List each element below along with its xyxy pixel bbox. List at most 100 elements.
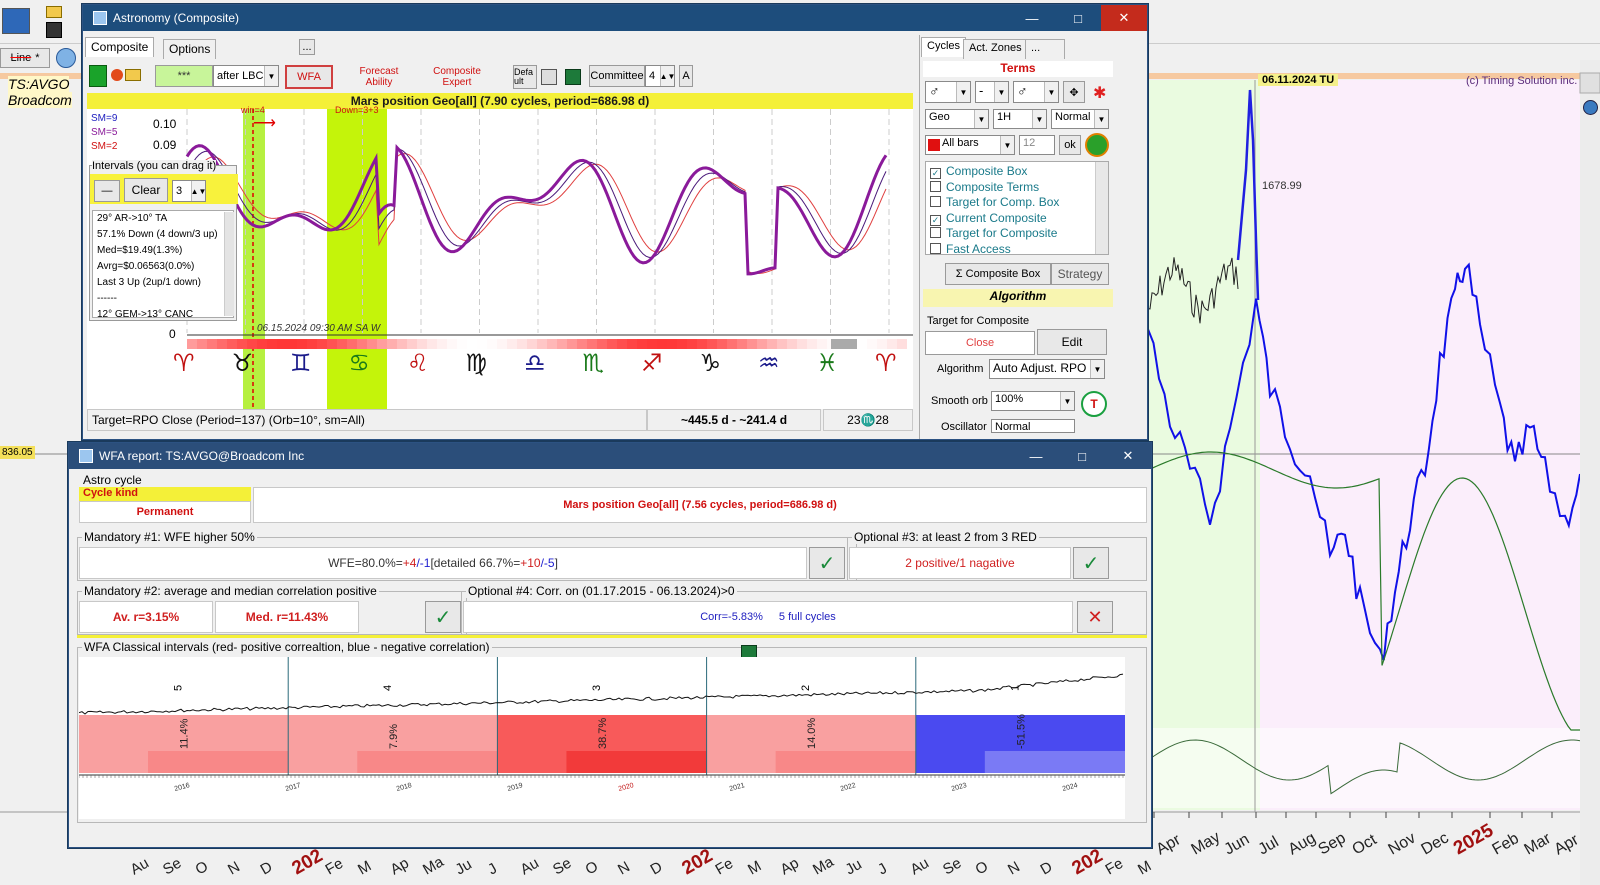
run-icon[interactable] <box>89 65 107 87</box>
option-composite-box[interactable]: ✓ Composite Box <box>930 164 1104 180</box>
minus-button[interactable]: — <box>94 180 120 202</box>
wfa-report-window: WFA report: TS:AVGO@Broadcom Inc — □ ✕ A… <box>68 442 1152 848</box>
add-term-button[interactable]: ✥ <box>1063 81 1085 103</box>
minimize-button[interactable]: — <box>1013 443 1059 469</box>
maximize-button[interactable]: □ <box>1055 5 1101 31</box>
option-fast-access[interactable]: Fast Access <box>930 242 1104 254</box>
option-composite-terms[interactable]: Composite Terms <box>930 180 1104 196</box>
gradient-cell <box>547 339 557 349</box>
sm-label-9: SM=9 <box>91 113 118 124</box>
aspect-select[interactable]: - ▼ <box>975 81 1009 103</box>
edit-button[interactable]: Edit <box>1037 329 1107 355</box>
print-icon[interactable] <box>541 69 557 85</box>
geo-select[interactable]: Geo ▼ <box>925 109 989 129</box>
gradient-cell <box>707 339 717 349</box>
mandatory-1-check-icon[interactable]: ✓ <box>809 547 845 579</box>
smooth-orb-select[interactable]: 100% ▼ <box>991 391 1075 411</box>
committee-button[interactable]: Committee <box>589 65 645 87</box>
gradient-cell <box>637 339 647 349</box>
asterisk-icon[interactable]: ✱ <box>1093 83 1106 103</box>
status-target: Target=RPO Close (Period=137) (Orb=10°, … <box>87 409 647 431</box>
defaults-button[interactable]: Defa ult <box>513 65 537 89</box>
options-list: ✓ Composite Box Composite Terms Target fo… <box>925 161 1109 255</box>
tab-cycles[interactable]: Cycles <box>921 37 967 57</box>
option-target-comp-box[interactable]: Target for Comp. Box <box>930 195 1104 211</box>
algorithm-header: Algorithm <box>923 289 1113 307</box>
gradient-cell <box>287 339 297 349</box>
line-tool-button[interactable]: Line * <box>0 48 50 68</box>
composite-box-button[interactable]: Σ Composite Box <box>945 263 1051 285</box>
save-icon[interactable] <box>46 22 62 38</box>
ok-button[interactable]: ok <box>1059 135 1081 155</box>
median-correlation: Med. r=11.43% <box>215 601 359 633</box>
mandatory-2-check-icon[interactable]: ✓ <box>425 601 461 633</box>
gear-icon[interactable] <box>111 69 123 81</box>
close-button[interactable]: ✕ <box>1101 5 1147 31</box>
more-button[interactable]: ... <box>299 39 315 55</box>
after-lbc-select[interactable]: after LBC ▼ <box>213 65 279 87</box>
intervals-list[interactable]: 29° AR->10° TA 57.1% Down (4 down/3 up) … <box>92 210 234 318</box>
forecast-ability-button[interactable]: Forecast Ability <box>345 63 413 91</box>
gradient-cell <box>367 339 377 349</box>
gradient-cell <box>337 339 347 349</box>
option-target-composite[interactable]: Target for Composite <box>930 226 1104 242</box>
wfa-titlebar[interactable]: WFA report: TS:AVGO@Broadcom Inc — □ ✕ <box>69 443 1151 469</box>
option-current-composite[interactable]: ✓ Current Composite <box>930 211 1104 227</box>
excel-icon[interactable] <box>565 69 581 85</box>
minimize-button[interactable]: — <box>1009 5 1055 31</box>
tg-logo-icon[interactable]: T <box>1081 391 1107 417</box>
gradient-cell <box>887 339 897 349</box>
interval-number: 5 <box>173 685 185 691</box>
terms-header: Terms <box>923 61 1113 77</box>
planet1-select[interactable]: ♂ ▼ <box>925 81 971 103</box>
gradient-cell <box>787 339 797 349</box>
tab-more[interactable]: ... <box>1025 39 1065 59</box>
y-label: 0.09 <box>153 138 177 152</box>
maximize-button[interactable]: □ <box>1059 443 1105 469</box>
count-input[interactable]: 12 <box>1019 135 1055 155</box>
globe-icon[interactable] <box>56 48 76 68</box>
folder-icon[interactable] <box>46 6 62 18</box>
window-icon <box>93 11 107 25</box>
optional-3-check-icon[interactable]: ✓ <box>1073 547 1109 579</box>
committee-stepper[interactable]: 4 ▲▼ <box>645 65 675 87</box>
strategy-button[interactable]: Strategy <box>1051 263 1109 285</box>
close-button[interactable]: ✕ <box>1105 443 1151 469</box>
stars-button[interactable]: *** <box>155 65 213 87</box>
algorithm-select[interactable]: Auto Adjust. RPO ▼ <box>989 359 1105 379</box>
intervals-scrollbar[interactable] <box>224 212 234 316</box>
gradient-cell <box>207 339 217 349</box>
composite-expert-button[interactable]: Composite Expert <box>423 63 491 91</box>
globe-icon[interactable] <box>1583 100 1598 115</box>
folder-icon[interactable] <box>125 69 141 81</box>
zodiac-sign: ♈ <box>173 349 195 377</box>
wfa-intervals-chart[interactable]: 511.4%47.9%338.7%214.0%1-51.5% 2016 2017 2… <box>79 657 1125 819</box>
astronomy-titlebar[interactable]: Astronomy (Composite) — □ ✕ <box>83 5 1147 31</box>
planet2-select[interactable]: ♂ ▼ <box>1013 81 1059 103</box>
allbars-select[interactable]: All bars ▼ <box>925 135 1015 155</box>
gradient-cell <box>537 339 547 349</box>
zodiac-sign: ♉ <box>231 349 254 377</box>
tab-options[interactable]: Options <box>163 39 217 59</box>
timeframe-select[interactable]: 1H ▼ <box>993 109 1047 129</box>
app-icon[interactable] <box>2 8 30 34</box>
gradient-cell <box>447 339 457 349</box>
gradient-cell <box>307 339 317 349</box>
a-button[interactable]: A <box>679 65 693 87</box>
optional-4-x-icon[interactable]: ✕ <box>1077 601 1113 633</box>
normal-select[interactable]: Normal ▼ <box>1051 109 1109 129</box>
algorithm-label: Algorithm <box>937 363 984 375</box>
zodiac-sign: ♍ <box>465 349 488 377</box>
target-icon[interactable] <box>1085 133 1109 157</box>
oscillator-select[interactable]: Normal <box>991 419 1075 433</box>
tab-act-zones[interactable]: Act. Zones <box>963 39 1028 59</box>
interval-subbar <box>357 751 498 773</box>
options-scrollbar[interactable] <box>1095 162 1108 254</box>
wfa-button[interactable]: WFA <box>285 65 333 89</box>
tab-composite[interactable]: Composite <box>85 37 155 57</box>
close-target-button[interactable]: Close <box>925 331 1035 355</box>
gradient-cell <box>527 339 537 349</box>
intervals-stepper[interactable]: 3 ▲▼ <box>172 180 206 202</box>
clear-button[interactable]: Clear <box>124 178 168 202</box>
gradient-cell <box>237 339 247 349</box>
